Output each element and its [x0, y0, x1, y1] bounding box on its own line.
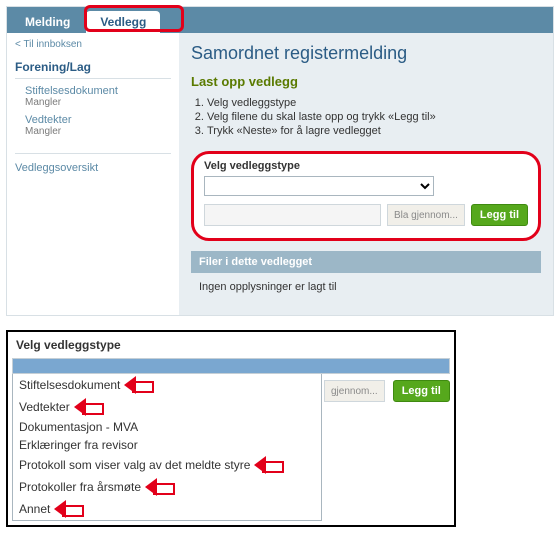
option-label: Vedtekter	[19, 400, 70, 414]
tab-bar: Melding Vedlegg	[7, 7, 553, 33]
back-link[interactable]: < Til innboksen	[15, 39, 171, 50]
files-section-body: Ingen opplysninger er lagt til	[191, 273, 541, 301]
sidebar-item-stiftelsesdokument[interactable]: Stiftelsesdokument	[25, 85, 171, 97]
dropdown-detail-panel: Velg vedleggstype gjennom... Legg til St…	[6, 330, 456, 527]
upload-form-highlight: Velg vedleggstype Bla gjennom... Legg ti…	[191, 151, 541, 241]
arrow-icon	[54, 500, 88, 518]
option-label: Dokumentasjon - MVA	[19, 420, 138, 434]
step-item: Velg filene du skal laste opp og trykk «…	[207, 111, 541, 123]
option-label: Protokoll som viser valg av det meldte s…	[19, 458, 250, 472]
dropdown-options: Stiftelsesdokument Vedtekter Dokumentasj…	[12, 374, 322, 521]
option-erklaeringer-revisor[interactable]: Erklæringer fra revisor	[13, 436, 321, 454]
option-stiftelsesdokument[interactable]: Stiftelsesdokument	[13, 374, 321, 396]
browse-button[interactable]: Bla gjennom...	[387, 204, 465, 226]
dropdown-title: Velg vedleggstype	[12, 336, 450, 358]
arrow-icon	[124, 376, 158, 394]
option-label: Erklæringer fra revisor	[19, 438, 138, 452]
browse-button-partial[interactable]: gjennom...	[324, 380, 385, 402]
sidebar-item-status: Mangler	[25, 126, 171, 137]
sidebar-item-vedtekter[interactable]: Vedtekter	[25, 114, 171, 126]
panel-body: < Til innboksen Forening/Lag Stiftelsesd…	[7, 33, 553, 315]
sidebar-item-status: Mangler	[25, 97, 171, 108]
arrow-icon	[74, 398, 108, 416]
sidebar: < Til innboksen Forening/Lag Stiftelsesd…	[7, 33, 179, 315]
arrow-icon	[254, 456, 288, 474]
page-title: Samordnet registermelding	[191, 43, 541, 64]
option-annet[interactable]: Annet	[13, 498, 321, 520]
option-label: Annet	[19, 502, 50, 516]
tab-vedlegg[interactable]: Vedlegg	[86, 11, 160, 33]
tab-melding[interactable]: Melding	[11, 11, 84, 33]
option-dokumentasjon-mva[interactable]: Dokumentasjon - MVA	[13, 418, 321, 436]
main-panel: Melding Vedlegg < Til innboksen Forening…	[6, 6, 554, 316]
option-label: Protokoller fra årsmøte	[19, 480, 141, 494]
sidebar-heading: Forening/Lag	[15, 60, 171, 79]
vedleggstype-label: Velg vedleggstype	[204, 160, 528, 172]
step-item: Trykk «Neste» for å lagre vedlegget	[207, 125, 541, 137]
page-subtitle: Last opp vedlegg	[191, 74, 541, 89]
behind-controls: gjennom... Legg til	[324, 380, 450, 402]
sidebar-link-vedleggsoversikt[interactable]: Vedleggsoversikt	[15, 153, 171, 174]
option-protokoll-styre[interactable]: Protokoll som viser valg av det meldte s…	[13, 454, 321, 476]
step-item: Velg vedleggstype	[207, 97, 541, 109]
steps-list: Velg vedleggstype Velg filene du skal la…	[207, 97, 541, 137]
add-button[interactable]: Legg til	[471, 204, 528, 226]
option-vedtekter[interactable]: Vedtekter	[13, 396, 321, 418]
arrow-icon	[145, 478, 179, 496]
option-protokoller-aarsmote[interactable]: Protokoller fra årsmøte	[13, 476, 321, 498]
file-path-input[interactable]	[204, 204, 381, 226]
option-label: Stiftelsesdokument	[19, 378, 120, 392]
vedleggstype-select[interactable]	[204, 176, 434, 196]
main-area: Samordnet registermelding Last opp vedle…	[179, 33, 553, 315]
add-button[interactable]: Legg til	[393, 380, 450, 402]
files-section-header: Filer i dette vedlegget	[191, 251, 541, 273]
file-row: Bla gjennom... Legg til	[204, 204, 528, 226]
dropdown-selected-blank[interactable]	[12, 358, 450, 374]
